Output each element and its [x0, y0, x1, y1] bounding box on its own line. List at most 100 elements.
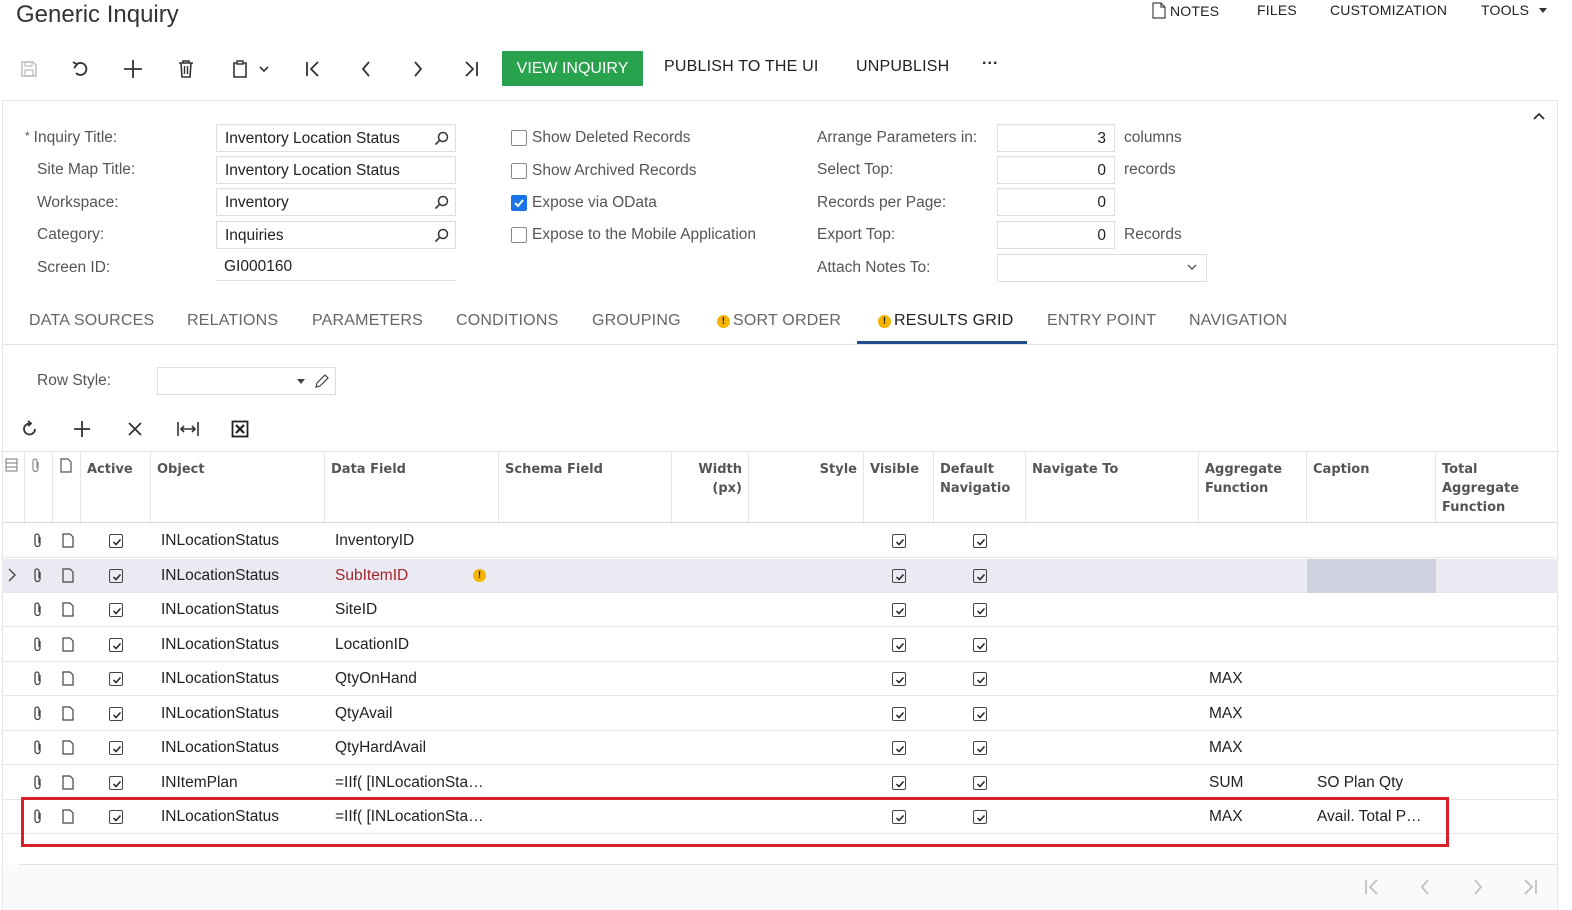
default-navigation-checkbox[interactable]: [973, 707, 987, 721]
row-style-select[interactable]: [157, 367, 336, 395]
copy-paste-menu[interactable]: [225, 56, 275, 82]
tab-navigation[interactable]: NAVIGATION: [1189, 312, 1287, 330]
tab-sort-order[interactable]: ! SORT ORDER: [717, 312, 841, 330]
caption-cell[interactable]: [1317, 524, 1429, 558]
caption-cell[interactable]: [1317, 559, 1429, 593]
column-header-schema-field[interactable]: Schema Field: [499, 452, 672, 524]
object-cell[interactable]: INLocationStatus: [161, 559, 323, 593]
unpublish-button[interactable]: UNPUBLISH: [856, 58, 949, 76]
column-header-aggregate-function[interactable]: Aggregate Function: [1199, 452, 1307, 524]
undo-button[interactable]: [67, 56, 95, 82]
caption-cell[interactable]: [1317, 697, 1429, 731]
visible-checkbox[interactable]: [892, 569, 906, 583]
table-row[interactable]: INLocationStatus SiteID: [3, 593, 1557, 627]
aggregate-function-cell[interactable]: [1209, 559, 1304, 593]
visible-checkbox[interactable]: [892, 741, 906, 755]
data-field-cell[interactable]: SubItemID: [335, 559, 490, 593]
pager-last-button[interactable]: [1518, 876, 1542, 898]
table-row[interactable]: INLocationStatus SubItemID!: [3, 559, 1557, 593]
aggregate-function-cell[interactable]: [1209, 593, 1304, 627]
checkbox[interactable]: [511, 227, 527, 243]
pencil-icon[interactable]: [314, 374, 329, 389]
note-icon[interactable]: [62, 731, 74, 765]
caption-cell[interactable]: [1317, 593, 1429, 627]
paperclip-icon[interactable]: [33, 593, 43, 627]
tools-menu[interactable]: TOOLS: [1481, 2, 1548, 18]
visible-checkbox[interactable]: [892, 534, 906, 548]
delete-button[interactable]: [172, 56, 200, 82]
select-top-field[interactable]: 0: [997, 156, 1115, 184]
note-icon[interactable]: [62, 766, 74, 800]
save-button[interactable]: [15, 56, 43, 82]
table-row[interactable]: INLocationStatus QtyAvail MAX: [3, 697, 1557, 731]
note-icon[interactable]: [62, 524, 74, 558]
expose-odata-checkbox[interactable]: Expose via OData: [511, 194, 657, 212]
export-top-field[interactable]: 0: [997, 221, 1115, 249]
fit-columns-button[interactable]: [175, 418, 201, 440]
tab-conditions[interactable]: CONDITIONS: [456, 312, 558, 330]
tab-entry-point[interactable]: ENTRY POINT: [1047, 312, 1156, 330]
default-navigation-checkbox[interactable]: [973, 741, 987, 755]
caption-cell[interactable]: [1317, 662, 1429, 696]
paperclip-icon[interactable]: [33, 697, 43, 731]
tab-grouping[interactable]: GROUPING: [592, 312, 681, 330]
aggregate-function-cell[interactable]: [1209, 524, 1304, 558]
visible-checkbox[interactable]: [892, 776, 906, 790]
column-header-object[interactable]: Object: [151, 452, 325, 524]
tab-relations[interactable]: RELATIONS: [187, 312, 278, 330]
default-navigation-checkbox[interactable]: [973, 603, 987, 617]
data-field-cell[interactable]: QtyHardAvail: [335, 731, 490, 765]
data-field-cell[interactable]: InventoryID: [335, 524, 490, 558]
note-icon[interactable]: [62, 593, 74, 627]
object-cell[interactable]: INItemPlan: [161, 766, 323, 800]
show-deleted-checkbox[interactable]: Show Deleted Records: [511, 129, 691, 147]
column-header-navigate-to[interactable]: Navigate To: [1026, 452, 1199, 524]
tab-results-grid[interactable]: ! RESULTS GRID: [878, 312, 1013, 330]
column-header-data-field[interactable]: Data Field: [325, 452, 499, 524]
paperclip-icon[interactable]: [33, 628, 43, 662]
pager-first-button[interactable]: [1360, 876, 1384, 898]
export-excel-button[interactable]: [227, 418, 253, 440]
search-icon[interactable]: [434, 131, 449, 146]
checkbox[interactable]: [511, 163, 527, 179]
table-row[interactable]: INLocationStatus InventoryID: [3, 524, 1557, 558]
records-per-page-field[interactable]: 0: [997, 188, 1115, 216]
add-row-button[interactable]: [69, 418, 95, 440]
paperclip-icon[interactable]: [33, 766, 43, 800]
column-header-width[interactable]: Width (px): [672, 452, 749, 524]
add-button[interactable]: [119, 56, 147, 82]
object-cell[interactable]: INLocationStatus: [161, 731, 323, 765]
table-row[interactable]: INLocationStatus LocationID: [3, 628, 1557, 662]
object-cell[interactable]: INLocationStatus: [161, 593, 323, 627]
files-link[interactable]: FILES: [1257, 2, 1297, 18]
workspace-field[interactable]: Inventory: [216, 188, 456, 216]
note-icon[interactable]: [62, 628, 74, 662]
column-header-total-aggregate[interactable]: Total Aggregate Function: [1436, 452, 1557, 524]
paperclip-icon[interactable]: [33, 662, 43, 696]
table-row[interactable]: INLocationStatus QtyOnHand MAX: [3, 662, 1557, 696]
arrange-params-field[interactable]: 3: [997, 124, 1115, 152]
aggregate-function-cell[interactable]: [1209, 628, 1304, 662]
data-field-cell[interactable]: LocationID: [335, 628, 490, 662]
aggregate-function-cell[interactable]: MAX: [1209, 662, 1304, 696]
data-field-cell[interactable]: QtyOnHand: [335, 662, 490, 696]
tab-parameters[interactable]: PARAMETERS: [312, 312, 423, 330]
search-icon[interactable]: [434, 228, 449, 243]
table-row[interactable]: INItemPlan =IIf( [INLocationSta… SUM SO Pla…: [3, 766, 1557, 800]
pager-next-button[interactable]: [1466, 876, 1490, 898]
aggregate-function-cell[interactable]: MAX: [1209, 697, 1304, 731]
aggregate-function-cell[interactable]: SUM: [1209, 766, 1304, 800]
collapse-chevron-icon[interactable]: [1533, 112, 1545, 120]
active-checkbox[interactable]: [109, 741, 123, 755]
more-actions-button[interactable]: ···: [982, 55, 999, 73]
column-header-default-navigation[interactable]: Default Navigatio: [934, 452, 1026, 524]
note-icon[interactable]: [62, 559, 74, 593]
last-record-button[interactable]: [457, 56, 485, 82]
pager-previous-button[interactable]: [1413, 876, 1437, 898]
data-field-cell[interactable]: QtyAvail: [335, 697, 490, 731]
view-inquiry-button[interactable]: VIEW INQUIRY: [502, 51, 643, 86]
active-checkbox[interactable]: [109, 672, 123, 686]
next-record-button[interactable]: [404, 56, 432, 82]
search-icon[interactable]: [434, 195, 449, 210]
paperclip-icon[interactable]: [33, 731, 43, 765]
